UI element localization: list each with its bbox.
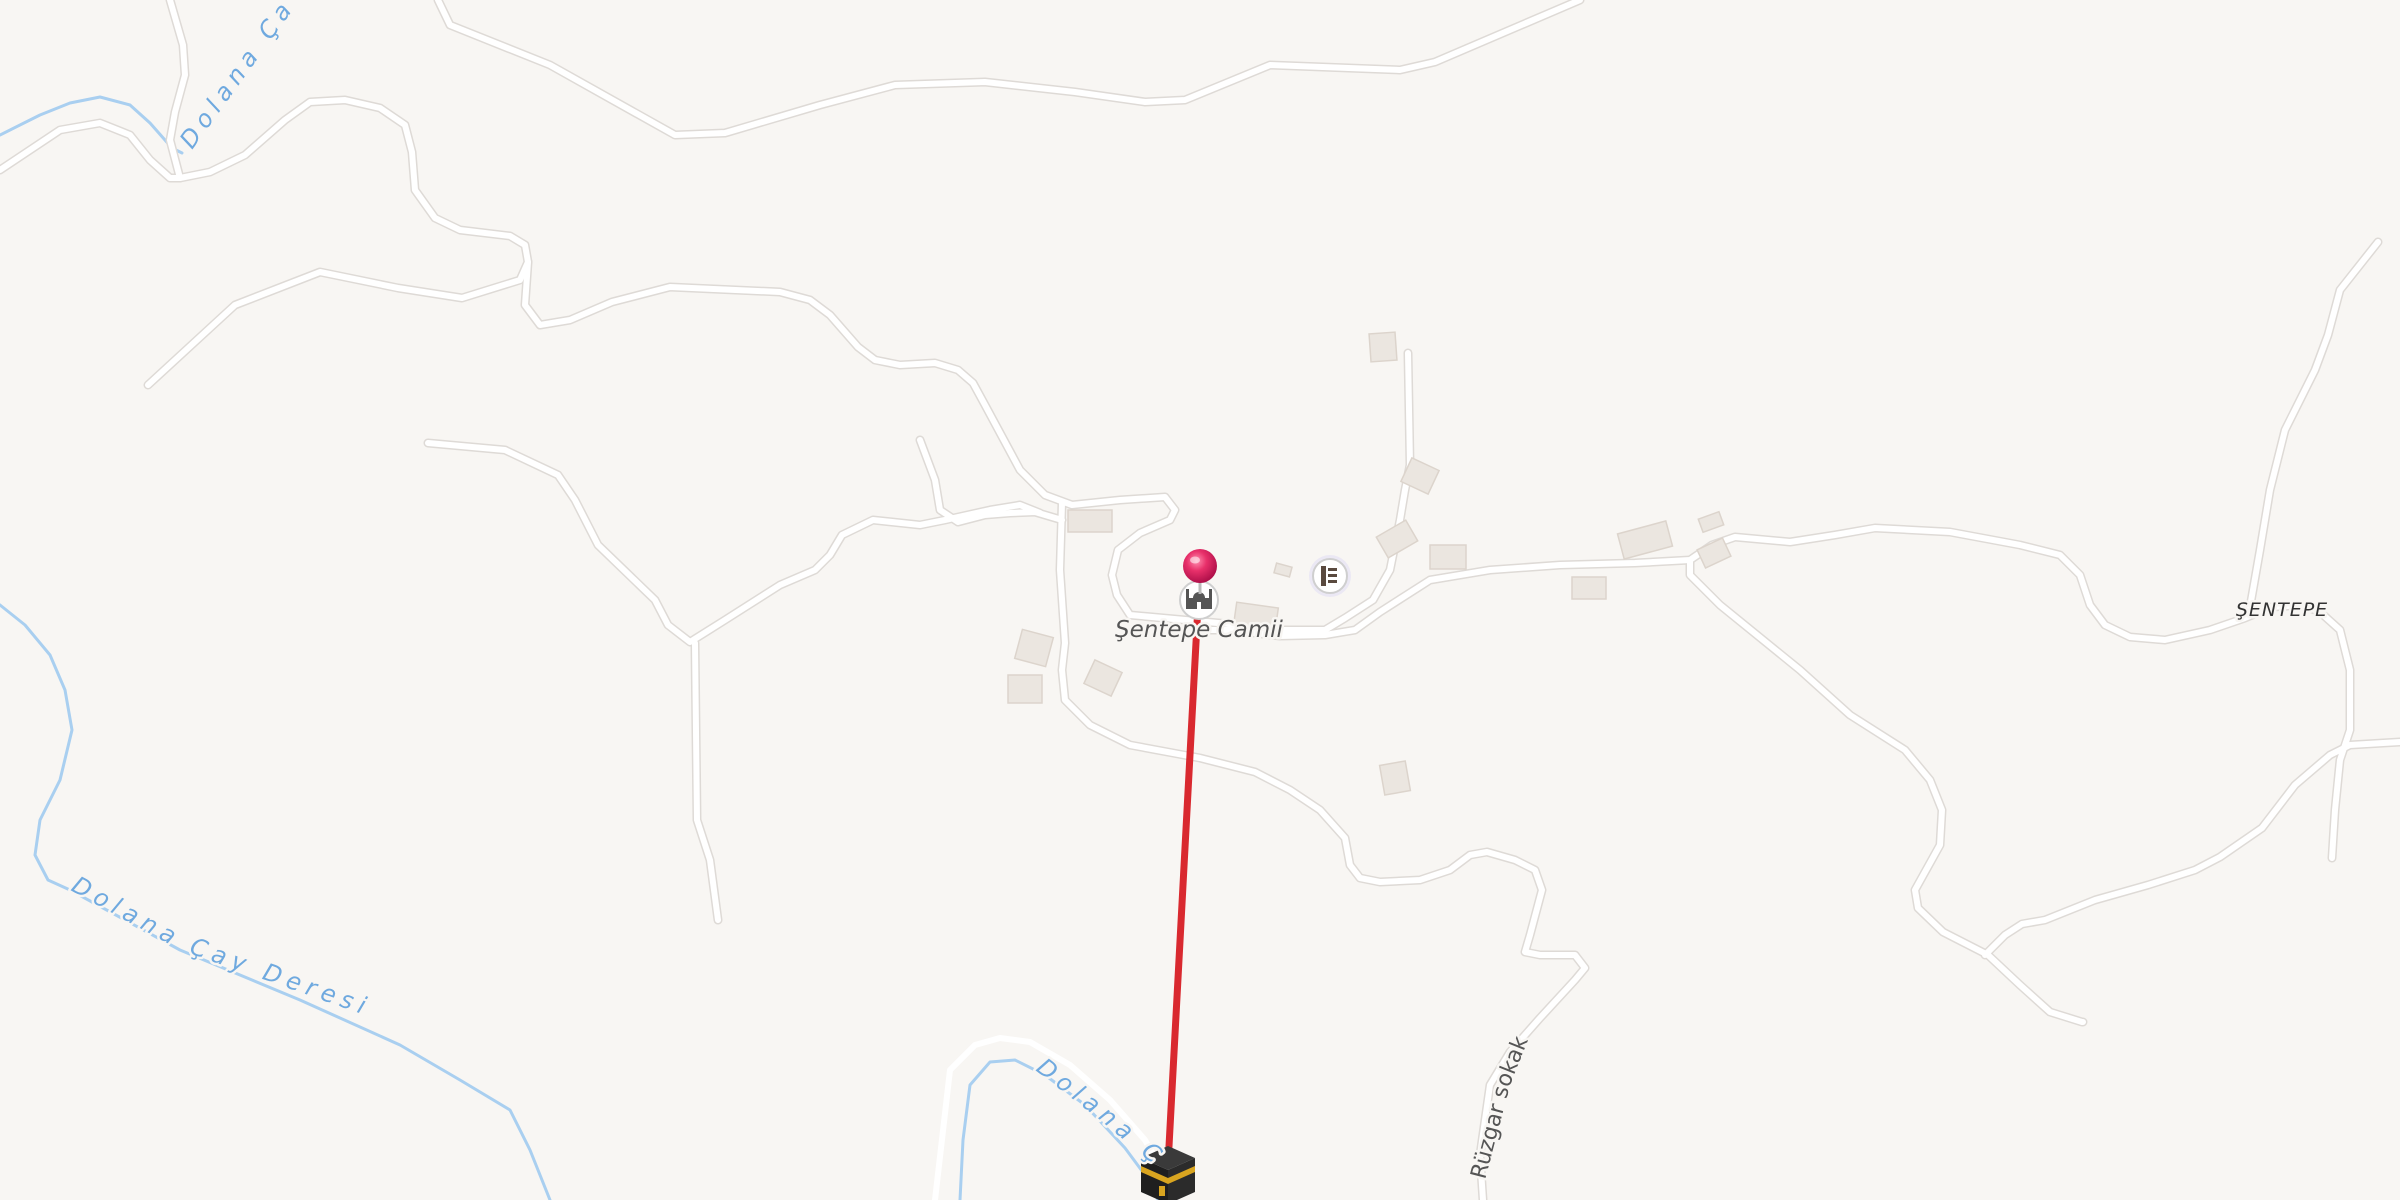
- road: [425, 440, 1043, 645]
- road: [2247, 239, 2381, 610]
- building: [1067, 509, 1113, 533]
- library-icon[interactable]: [1309, 555, 1351, 597]
- building: [1007, 674, 1043, 704]
- building: [1375, 519, 1419, 559]
- building: [1378, 760, 1412, 796]
- place-label-sentepe[interactable]: ŞENTEPE: [2233, 597, 2329, 624]
- building: [1273, 562, 1293, 578]
- road: [692, 640, 721, 923]
- map-labels: Dolana Çay Dolana Çay Deresi Dolana Ç Rü…: [0, 0, 2330, 1184]
- building: [1616, 520, 1674, 560]
- river-label-dolana-cay: Dolana Çay: [0, 0, 301, 154]
- river-label-dolana-cay-deresi: Dolana Çay Deresi: [67, 871, 375, 1022]
- road-label-ruzgar-sokak: Rüzgar sokak: [1467, 1033, 1534, 1182]
- road: [522, 259, 1413, 633]
- road: [1197, 525, 2353, 861]
- building: [1013, 628, 1055, 668]
- map-canvas[interactable]: Dolana Çay Dolana Çay Deresi Dolana Ç Rü…: [0, 0, 2400, 1200]
- building: [1571, 576, 1607, 600]
- river-label-dolana-south: Dolana Ç: [1031, 1053, 1171, 1173]
- poi-label-sentepe-camii[interactable]: Şentepe Camii: [1113, 615, 1287, 646]
- road: [1687, 557, 2086, 1025]
- road: [435, 0, 1583, 138]
- building: [1697, 510, 1725, 534]
- rivers: [0, 95, 1160, 1200]
- building: [1429, 544, 1467, 570]
- building: [1368, 331, 1398, 363]
- building: [1082, 658, 1124, 698]
- qibla-direction-line: [1164, 564, 1204, 1169]
